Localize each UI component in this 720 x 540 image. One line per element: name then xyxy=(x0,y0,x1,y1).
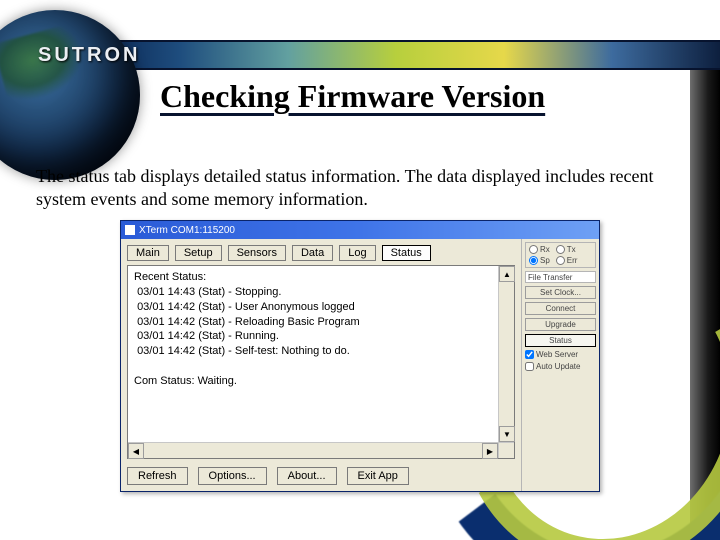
vertical-scrollbar[interactable]: ▲ ▼ xyxy=(498,266,514,442)
exit-app-button[interactable]: Exit App xyxy=(347,467,409,485)
web-server-check[interactable]: Web Server xyxy=(525,350,596,359)
tx-indicator[interactable]: Tx xyxy=(556,245,576,254)
tab-status[interactable]: Status xyxy=(382,245,431,261)
scroll-down-icon[interactable]: ▼ xyxy=(499,426,515,442)
status-event-1: 03/01 14:42 (Stat) - User Anonymous logg… xyxy=(137,301,355,313)
auto-update-checkbox[interactable] xyxy=(525,362,534,371)
status-event-0: 03/01 14:43 (Stat) - Stopping. xyxy=(137,286,281,298)
connection-side-panel: Rx Tx Sp Err File Transfer Set Clock... … xyxy=(521,239,599,491)
tab-setup[interactable]: Setup xyxy=(175,245,222,261)
auto-update-label: Auto Update xyxy=(536,362,580,371)
tab-log[interactable]: Log xyxy=(339,245,375,261)
xterm-window: XTerm COM1:115200 Main Setup Sensors Dat… xyxy=(120,220,600,492)
tabs-row: Main Setup Sensors Data Log Status xyxy=(127,245,515,261)
window-title: XTerm COM1:115200 xyxy=(139,225,235,236)
brand-logo: SUTRON xyxy=(38,44,140,67)
tab-sensors[interactable]: Sensors xyxy=(228,245,286,261)
indicator-group: Rx Tx Sp Err xyxy=(525,242,596,268)
window-titlebar[interactable]: XTerm COM1:115200 xyxy=(121,221,599,239)
auto-update-check[interactable]: Auto Update xyxy=(525,362,596,371)
status-event-2: 03/01 14:42 (Stat) - Reloading Basic Pro… xyxy=(137,316,360,328)
options-button[interactable]: Options... xyxy=(198,467,267,485)
tab-main[interactable]: Main xyxy=(127,245,169,261)
rx-indicator[interactable]: Rx xyxy=(529,245,550,254)
scroll-up-icon[interactable]: ▲ xyxy=(499,266,515,282)
app-icon xyxy=(125,225,135,235)
file-transfer-field[interactable]: File Transfer xyxy=(525,271,596,283)
scroll-right-icon[interactable]: ▶ xyxy=(482,443,498,459)
status-event-3: 03/01 14:42 (Stat) - Running. xyxy=(137,330,279,342)
status-header: Recent Status: xyxy=(134,271,206,283)
horizontal-scrollbar[interactable]: ◀ ▶ xyxy=(128,442,498,458)
scroll-left-icon[interactable]: ◀ xyxy=(128,443,144,459)
bottom-button-row: Refresh Options... About... Exit App xyxy=(127,463,515,485)
refresh-button[interactable]: Refresh xyxy=(127,467,188,485)
set-clock-button[interactable]: Set Clock... xyxy=(525,286,596,299)
web-server-label: Web Server xyxy=(536,350,578,359)
status-text-content[interactable]: Recent Status: 03/01 14:43 (Stat) - Stop… xyxy=(128,266,514,458)
sp-label: Sp xyxy=(540,256,550,265)
status-button[interactable]: Status xyxy=(525,334,596,347)
status-textbox: Recent Status: 03/01 14:43 (Stat) - Stop… xyxy=(127,265,515,459)
scrollbar-corner xyxy=(498,442,514,458)
err-indicator[interactable]: Err xyxy=(556,256,578,265)
upgrade-button[interactable]: Upgrade xyxy=(525,318,596,331)
web-server-checkbox[interactable] xyxy=(525,350,534,359)
connect-button[interactable]: Connect xyxy=(525,302,596,315)
err-label: Err xyxy=(567,256,578,265)
slide-frame: SUTRON Checking Firmware Version The sta… xyxy=(0,0,720,540)
slide-body-text: The status tab displays detailed status … xyxy=(36,165,676,210)
window-body: Main Setup Sensors Data Log Status Recen… xyxy=(121,239,599,491)
com-status: Com Status: Waiting. xyxy=(134,375,237,387)
rx-label: Rx xyxy=(540,245,550,254)
status-event-4: 03/01 14:42 (Stat) - Self-test: Nothing … xyxy=(137,345,350,357)
sp-indicator[interactable]: Sp xyxy=(529,256,550,265)
about-button[interactable]: About... xyxy=(277,467,337,485)
tx-label: Tx xyxy=(567,245,576,254)
tab-data[interactable]: Data xyxy=(292,245,333,261)
window-main-area: Main Setup Sensors Data Log Status Recen… xyxy=(121,239,521,491)
slide-title: Checking Firmware Version xyxy=(160,78,545,115)
